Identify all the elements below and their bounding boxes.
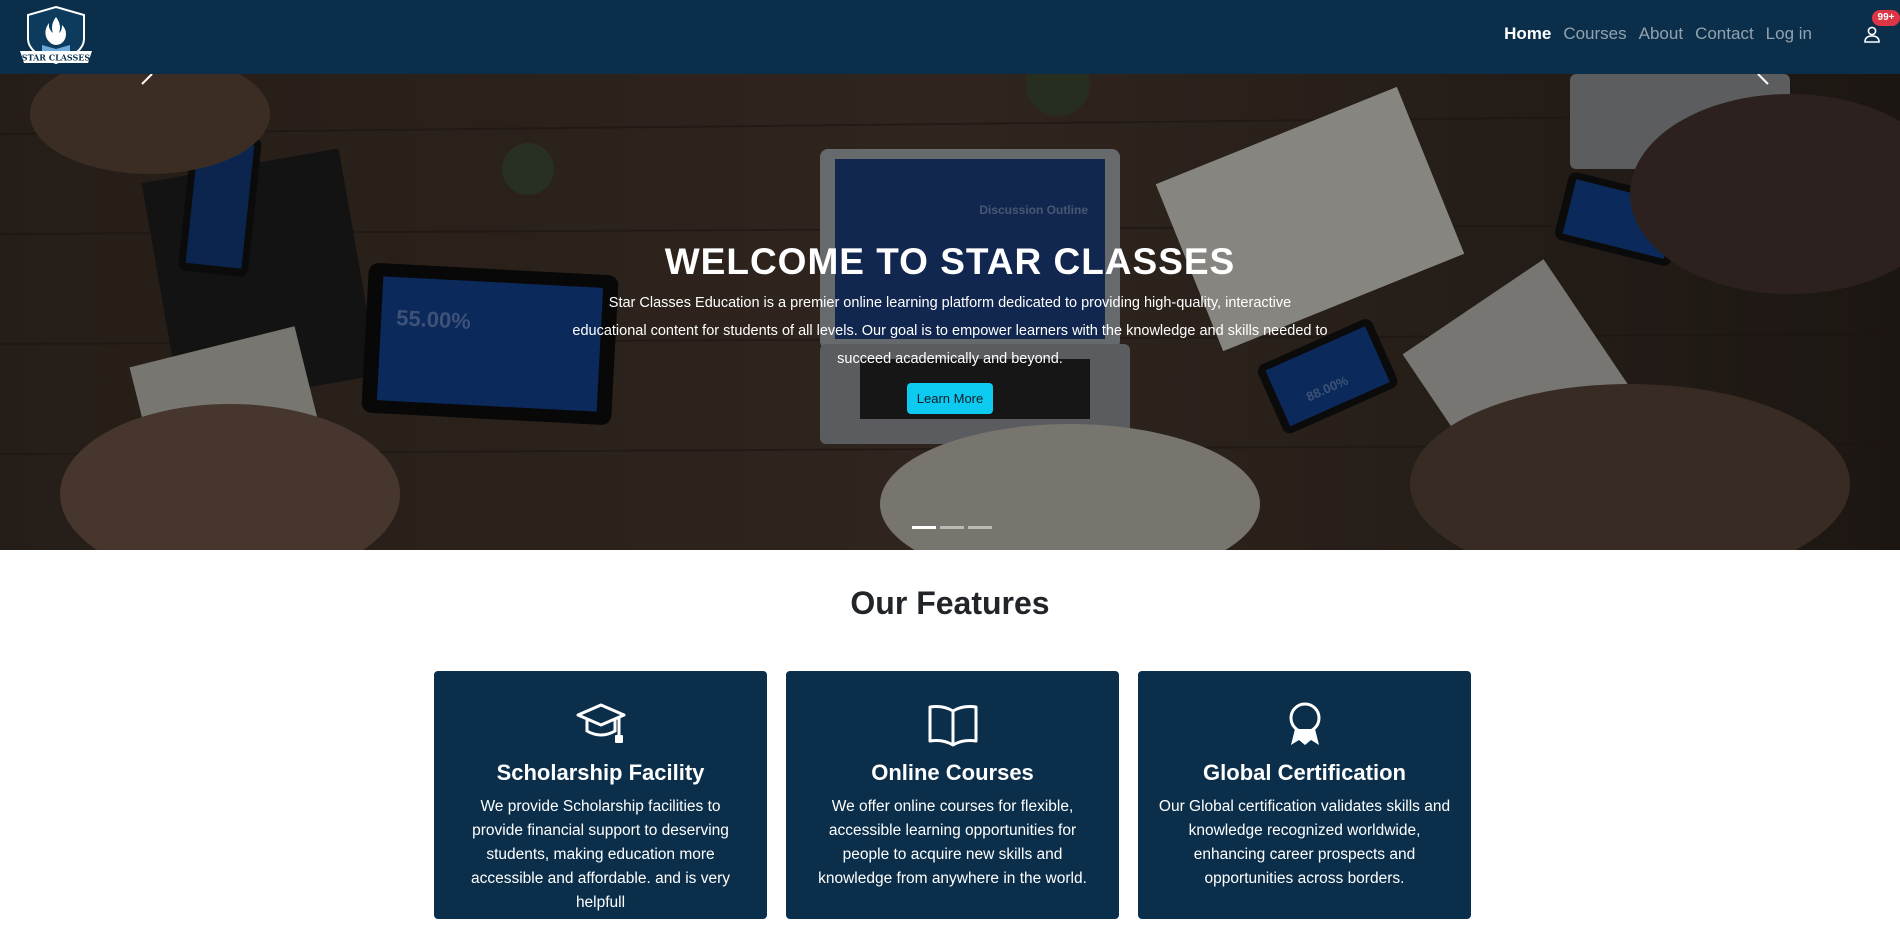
hero-description: Star Classes Education is a premier onli… — [572, 295, 1328, 367]
feature-description: Our Global certification validates skill… — [1158, 798, 1451, 887]
carousel-indicator-3[interactable] — [968, 526, 992, 529]
carousel-next-icon[interactable] — [1744, 74, 1784, 114]
nav-login[interactable]: Log in — [1760, 24, 1818, 44]
feature-title: Scholarship Facility — [496, 760, 705, 785]
feature-card-certification: Global Certification Our Global certific… — [1138, 671, 1471, 919]
nav-contact[interactable]: Contact — [1689, 24, 1760, 44]
award-icon — [1289, 702, 1320, 745]
graduation-cap-icon — [576, 703, 625, 743]
carousel-indicators — [912, 526, 992, 529]
nav-home[interactable]: Home — [1498, 24, 1557, 44]
features-cards: Scholarship Facility We provide Scholars… — [434, 671, 1472, 919]
star-classes-logo[interactable]: STAR CLASSES — [16, 5, 96, 67]
carousel-indicator-2[interactable] — [940, 526, 964, 529]
open-book-icon — [928, 705, 977, 747]
feature-title: Online Courses — [871, 760, 1034, 785]
features-heading: Our Features — [850, 585, 1050, 621]
svg-text:STAR CLASSES: STAR CLASSES — [22, 53, 91, 63]
nav-courses[interactable]: Courses — [1557, 24, 1632, 44]
feature-title: Global Certification — [1203, 760, 1406, 785]
user-icon[interactable] — [1862, 25, 1882, 45]
hero-carousel: 55.00% Discussion Outline 88.00% WELCOME… — [0, 74, 1900, 550]
feature-description: We offer online courses for flexible, ac… — [818, 798, 1087, 887]
carousel-indicator-1[interactable] — [912, 526, 936, 529]
hero-title: WELCOME TO STAR CLASSES — [664, 241, 1236, 282]
hero-caption: WELCOME TO STAR CLASSES Star Classes Edu… — [560, 239, 1340, 414]
nav-links: Home Courses About Contact Log in — [1498, 0, 1818, 68]
notification-badge: 99+ — [1872, 10, 1900, 26]
learn-more-button[interactable]: Learn More — [906, 383, 994, 414]
feature-description: We provide Scholarship facilities to pro… — [470, 798, 731, 911]
navbar: STAR CLASSES Home Courses About Contact … — [0, 0, 1900, 74]
feature-card-scholarship: Scholarship Facility We provide Scholars… — [434, 671, 767, 919]
feature-card-online-courses: Online Courses We offer online courses f… — [786, 671, 1119, 919]
carousel-prev-icon[interactable] — [126, 74, 166, 114]
nav-about[interactable]: About — [1633, 24, 1689, 44]
